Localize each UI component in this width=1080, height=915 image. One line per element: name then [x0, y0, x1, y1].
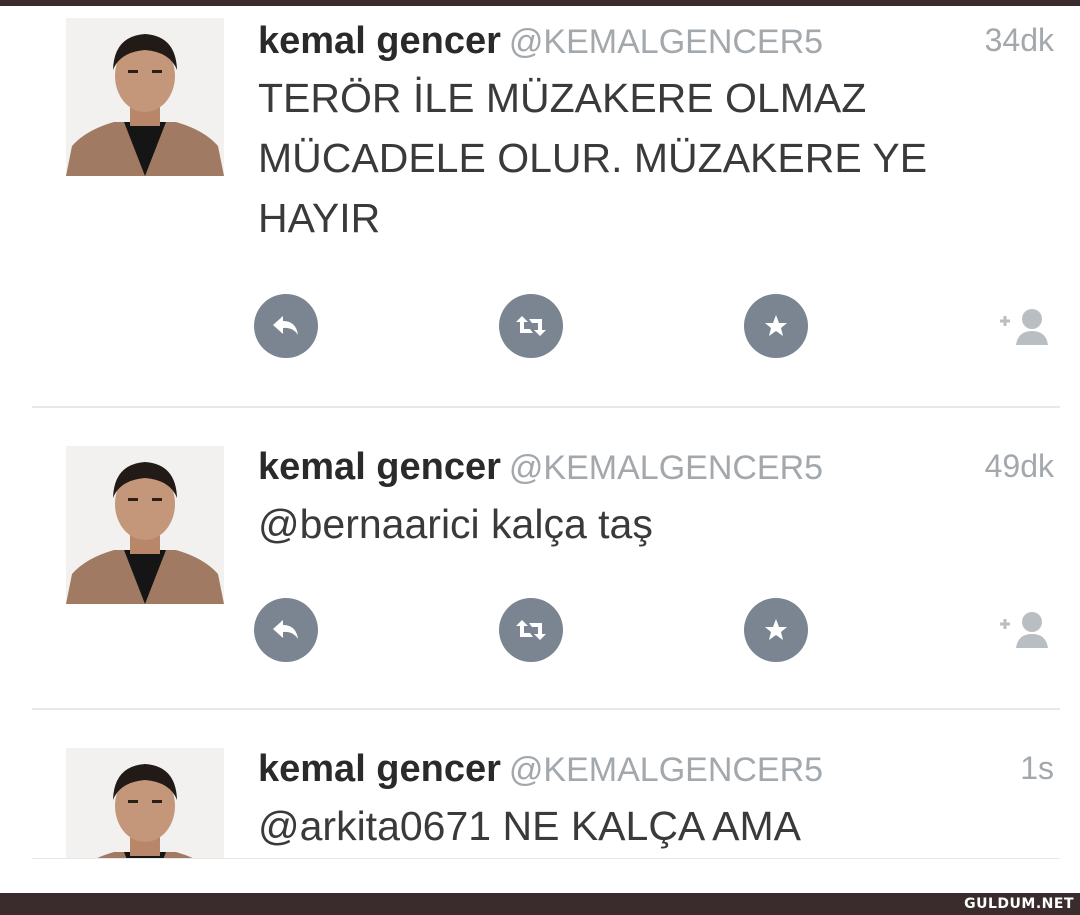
top-frame-bar — [0, 0, 1080, 6]
avatar-photo — [66, 446, 224, 604]
retweet-button[interactable] — [499, 294, 563, 358]
avatar[interactable] — [66, 18, 224, 176]
favorite-icon — [765, 619, 787, 640]
favorite-button[interactable] — [744, 294, 808, 358]
author-name-line: kemal gencer @KEMALGENCER5 — [258, 446, 823, 489]
tweet-divider — [32, 858, 1060, 859]
author-handle[interactable]: @KEMALGENCER5 — [509, 23, 823, 61]
tweet-text: @bernaarici kalça taş — [258, 501, 653, 547]
bottom-frame-bar — [0, 893, 1080, 915]
retweet-button[interactable] — [499, 598, 563, 662]
author-name-line: kemal gencer @KEMALGENCER5 — [258, 748, 823, 791]
retweet-icon — [516, 620, 546, 640]
reply-button[interactable] — [254, 294, 318, 358]
follow-button[interactable] — [994, 608, 1054, 652]
tweet-text: @arkita0671 NE KALÇA AMA — [258, 803, 801, 849]
avatar[interactable] — [66, 446, 224, 604]
follow-button[interactable] — [994, 305, 1054, 349]
author-name[interactable]: kemal gencer — [258, 446, 501, 488]
reply-icon — [273, 620, 298, 639]
tweet-text: TERÖR İLE MÜZAKERE OLMAZ MÜCADELE OLUR. … — [258, 75, 928, 241]
avatar-photo — [66, 18, 224, 176]
tweet-divider — [32, 708, 1060, 710]
author-handle[interactable]: @KEMALGENCER5 — [509, 449, 823, 487]
retweet-icon — [516, 316, 546, 336]
follow-icon — [1000, 309, 1048, 345]
author-handle[interactable]: @KEMALGENCER5 — [509, 751, 823, 789]
tweet-time: 1s — [1020, 750, 1054, 786]
author-name-line: kemal gencer @KEMALGENCER5 — [258, 20, 823, 63]
tweet-divider — [32, 406, 1060, 408]
favorite-icon — [765, 315, 787, 336]
follow-icon — [1000, 612, 1048, 648]
watermark: GULDUM.NET — [964, 896, 1074, 912]
tweet-time: 49dk — [984, 448, 1054, 484]
reply-button[interactable] — [254, 598, 318, 662]
favorite-button[interactable] — [744, 598, 808, 662]
author-name[interactable]: kemal gencer — [258, 20, 501, 62]
avatar[interactable] — [66, 748, 224, 858]
reply-icon — [273, 316, 298, 335]
tweet-time: 34dk — [984, 22, 1054, 58]
author-name[interactable]: kemal gencer — [258, 748, 501, 790]
avatar-photo — [66, 748, 224, 858]
